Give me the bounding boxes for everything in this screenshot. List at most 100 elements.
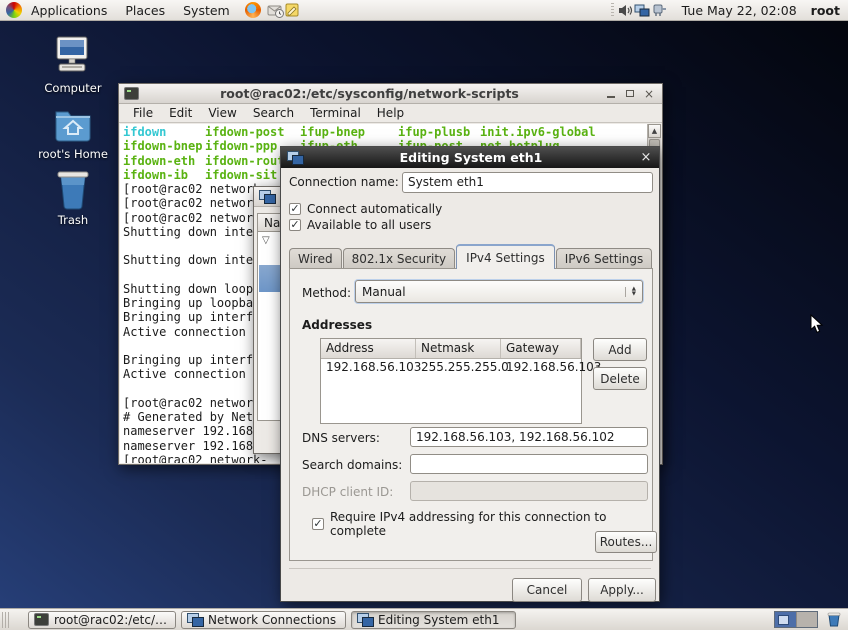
dropdown-stepper-icon: ▲▼ xyxy=(625,287,636,297)
taskbar-handle[interactable] xyxy=(2,612,10,628)
taskbar-window-label: root@rac02:/etc/sysco... xyxy=(54,613,170,627)
desktop-icon-home[interactable]: root's Home xyxy=(25,104,121,161)
menu-applications[interactable]: Applications xyxy=(22,0,116,20)
desktop-icon-label: root's Home xyxy=(25,147,121,161)
top-panel: Applications Places System Tue M xyxy=(0,0,848,21)
desktop: Computer root's Home Trash root@rac02:/e… xyxy=(0,0,848,630)
dns-servers-field[interactable]: 192.168.56.103, 192.168.56.102 xyxy=(410,427,648,447)
close-icon[interactable]: × xyxy=(639,150,653,165)
column-header-gateway[interactable]: Gateway xyxy=(501,339,581,358)
require-ipv4-checkbox[interactable]: ✓ xyxy=(312,518,324,530)
terminal-ls-line: ifdownifdown-postifup-bnepifup-plusbinit… xyxy=(123,125,596,139)
connection-name-label: Connection name: xyxy=(289,175,399,189)
dialog-separator xyxy=(289,568,651,569)
addresses-table-header: AddressNetmaskGateway xyxy=(321,339,581,359)
available-all-users-checkbox[interactable]: ✓ xyxy=(289,219,301,231)
dhcp-client-id-label: DHCP client ID: xyxy=(302,485,393,499)
dialog-titlebar[interactable]: Editing System eth1 × xyxy=(281,147,659,168)
desktop-icon-label: Trash xyxy=(25,213,121,227)
taskbar-window-root-rac02-etc-sysco-[interactable]: root@rac02:/etc/sysco... xyxy=(28,611,176,629)
terminal-menu-help[interactable]: Help xyxy=(369,106,412,120)
method-value: Manual xyxy=(362,285,406,299)
maximize-icon[interactable] xyxy=(622,87,638,101)
home-folder-icon xyxy=(52,104,94,144)
clock[interactable]: Tue May 22, 02:08 xyxy=(668,3,811,18)
scroll-up-icon[interactable]: ▲ xyxy=(648,124,661,138)
terminal-menu-search[interactable]: Search xyxy=(245,106,302,120)
bottom-taskbar: root@rac02:/etc/sysco... Network Connecti… xyxy=(0,608,848,630)
search-domains-label: Search domains: xyxy=(302,458,402,472)
column-header-netmask[interactable]: Netmask xyxy=(416,339,501,358)
delete-button[interactable]: Delete xyxy=(593,367,647,390)
tray-separator xyxy=(611,3,614,17)
available-all-users-row[interactable]: ✓ Available to all users xyxy=(289,218,431,232)
workspace-switcher[interactable] xyxy=(774,611,818,628)
apply-button[interactable]: Apply... xyxy=(588,578,656,602)
method-label: Method: xyxy=(302,286,351,300)
computer-icon xyxy=(51,34,95,78)
taskbar-window-network-connections[interactable]: Network Connections xyxy=(181,611,346,629)
terminal-menubar: FileEditViewSearchTerminalHelp xyxy=(119,104,662,123)
settings-tabs: Wired802.1x SecurityIPv4 SettingsIPv6 Se… xyxy=(289,245,653,269)
tab-ipv4-settings[interactable]: IPv4 Settings xyxy=(456,244,555,269)
network-plug-icon[interactable] xyxy=(651,2,668,19)
minimize-icon[interactable] xyxy=(603,87,619,101)
trash-applet-icon[interactable] xyxy=(825,610,843,628)
address-cell: 192.168.56.103 xyxy=(321,359,416,377)
connect-automatically-row[interactable]: ✓ Connect automatically xyxy=(289,202,442,216)
user-menu[interactable]: root xyxy=(811,3,848,18)
column-header-address[interactable]: Address xyxy=(321,339,416,358)
available-all-users-label: Available to all users xyxy=(307,218,431,232)
workspace-1[interactable] xyxy=(775,612,796,627)
address-cell: 255.255.255.0 xyxy=(416,359,501,377)
network-status-icon[interactable] xyxy=(634,2,651,19)
taskbar-window-label: Network Connections xyxy=(208,613,336,627)
network-connections-icon xyxy=(259,190,275,203)
connect-automatically-label: Connect automatically xyxy=(307,202,442,216)
desktop-icon-label: Computer xyxy=(25,81,121,95)
terminal-menu-view[interactable]: View xyxy=(200,106,244,120)
tab-802-1x-security[interactable]: 802.1x Security xyxy=(343,248,456,269)
connection-name-field[interactable]: System eth1 xyxy=(402,172,653,193)
distro-menu-icon[interactable] xyxy=(6,2,22,18)
address-row[interactable]: 192.168.56.103255.255.255.0192.168.56.10… xyxy=(321,359,581,377)
network-icon xyxy=(187,613,203,626)
connect-automatically-checkbox[interactable]: ✓ xyxy=(289,203,301,215)
dns-servers-label: DNS servers: xyxy=(302,431,380,445)
firefox-launcher-icon[interactable] xyxy=(245,2,261,18)
address-cell: 192.168.56.103 xyxy=(501,359,581,377)
terminal-menu-terminal[interactable]: Terminal xyxy=(302,106,369,120)
method-dropdown[interactable]: Manual ▲▼ xyxy=(355,280,643,303)
tab-ipv6-settings[interactable]: IPv6 Settings xyxy=(556,248,653,269)
taskbar-window-label: Editing System eth1 xyxy=(378,613,500,627)
terminal-icon xyxy=(124,87,139,100)
notes-launcher-icon[interactable] xyxy=(284,2,301,19)
search-domains-field[interactable] xyxy=(410,454,648,474)
close-icon[interactable]: × xyxy=(641,87,657,101)
routes-button[interactable]: Routes... xyxy=(595,531,657,553)
ipv4-settings-panel: Method: Manual ▲▼ Addresses AddressNetma… xyxy=(289,268,653,561)
terminal-icon xyxy=(34,613,49,626)
mouse-cursor xyxy=(810,314,824,334)
workspace-2[interactable] xyxy=(796,612,818,627)
volume-icon[interactable] xyxy=(617,2,634,19)
desktop-icon-trash[interactable]: Trash xyxy=(25,168,121,227)
dhcp-client-id-field xyxy=(410,481,648,501)
taskbar-window-editing-system-eth1[interactable]: Editing System eth1 xyxy=(351,611,516,629)
desktop-icon-computer[interactable]: Computer xyxy=(25,34,121,95)
dialog-icon xyxy=(287,151,303,164)
cancel-button[interactable]: Cancel xyxy=(512,578,582,602)
terminal-title: root@rac02:/etc/sysconfig/network-script… xyxy=(139,86,600,101)
terminal-titlebar[interactable]: root@rac02:/etc/sysconfig/network-script… xyxy=(119,84,662,104)
add-button[interactable]: Add xyxy=(593,338,647,361)
menu-places[interactable]: Places xyxy=(116,0,174,20)
trash-icon xyxy=(53,168,93,210)
tab-wired[interactable]: Wired xyxy=(289,248,342,269)
terminal-menu-file[interactable]: File xyxy=(125,106,161,120)
menu-system[interactable]: System xyxy=(174,0,239,20)
network-icon xyxy=(357,613,373,626)
email-launcher-icon[interactable] xyxy=(267,2,284,19)
dialog-title: Editing System eth1 xyxy=(303,150,639,165)
addresses-table[interactable]: AddressNetmaskGateway 192.168.56.103255.… xyxy=(320,338,582,424)
terminal-menu-edit[interactable]: Edit xyxy=(161,106,200,120)
